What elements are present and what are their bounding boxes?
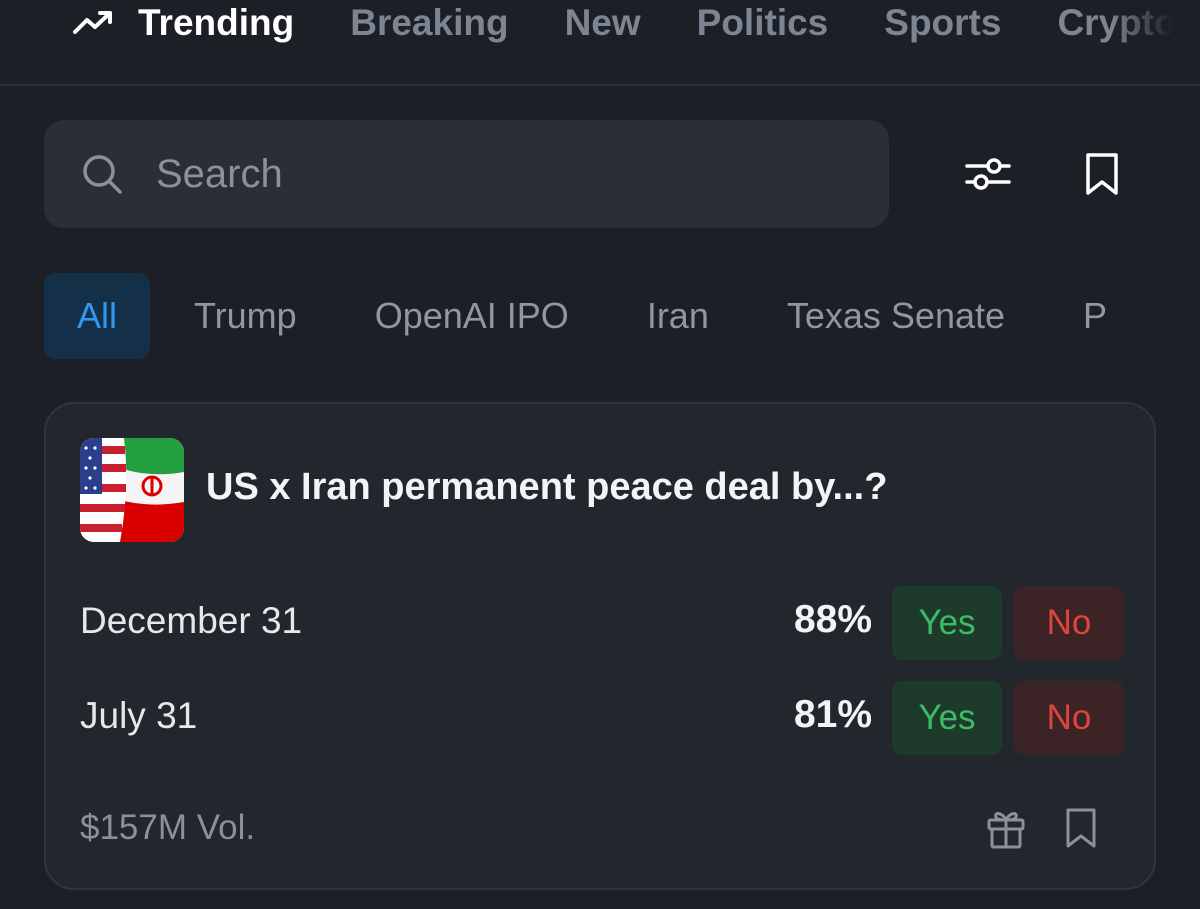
nav-item-new[interactable]: New: [565, 0, 641, 46]
trending-up-icon: [73, 11, 112, 34]
nav-item-label: Breaking: [350, 2, 509, 43]
card-bookmark-button[interactable]: [1064, 806, 1104, 854]
nav-item-sports[interactable]: Sports: [884, 0, 1001, 46]
sliders-icon: [965, 158, 1011, 190]
filter-button[interactable]: [962, 148, 1014, 200]
market-thumbnail: [80, 438, 184, 542]
outcome-row[interactable]: December 31 88% Yes No: [80, 586, 1124, 660]
nav-item-label: New: [564, 2, 641, 43]
search-icon: [83, 155, 122, 194]
chip-all[interactable]: All: [44, 273, 151, 359]
market-card[interactable]: US x Iran permanent peace deal by...? De…: [44, 402, 1156, 890]
outcome-label: July 31: [80, 695, 198, 736]
category-chips: All Trump OpenAI IPO Iran Texas Senate P: [44, 273, 1200, 359]
bookmark-icon: [1066, 808, 1096, 848]
yes-button[interactable]: Yes: [892, 586, 1002, 660]
nav-item-breaking[interactable]: Breaking: [350, 0, 508, 46]
market-volume: $157M Vol.: [80, 808, 256, 847]
bookmark-icon: [1086, 153, 1118, 195]
nav-item-trending[interactable]: Trending: [72, 0, 294, 46]
outcome-row[interactable]: July 31 81% Yes No: [80, 681, 1124, 755]
nav-fade: [1110, 0, 1200, 84]
outcome-percent: 88%: [793, 598, 872, 641]
search-input[interactable]: [156, 151, 756, 197]
bookmarks-button[interactable]: [1076, 148, 1128, 200]
gift-button[interactable]: [986, 806, 1030, 854]
chip-trump[interactable]: Trump: [160, 273, 331, 359]
chips-fade: [1110, 273, 1200, 359]
market-title[interactable]: US x Iran permanent peace deal by...?: [206, 466, 887, 509]
top-nav: Trending Breaking New Politics Sports Cr…: [0, 0, 1200, 86]
us-iran-flags-image: [80, 438, 184, 542]
nav-item-label: Trending: [138, 2, 295, 43]
nav-item-politics[interactable]: Politics: [697, 0, 829, 46]
search-row: [44, 120, 1156, 230]
chip-iran[interactable]: Iran: [613, 273, 743, 359]
chip-texas-senate[interactable]: Texas Senate: [753, 273, 1039, 359]
chip-openai-ipo[interactable]: OpenAI IPO: [341, 273, 603, 359]
gift-icon: [987, 812, 1025, 849]
no-button[interactable]: No: [1014, 681, 1124, 755]
nav-item-label: Sports: [884, 2, 1002, 43]
no-button[interactable]: No: [1014, 586, 1124, 660]
search-box[interactable]: [44, 120, 889, 228]
nav-item-label: Politics: [696, 2, 829, 43]
yes-button[interactable]: Yes: [892, 681, 1002, 755]
outcome-label: December 31: [80, 600, 303, 641]
outcome-percent: 81%: [793, 693, 872, 736]
